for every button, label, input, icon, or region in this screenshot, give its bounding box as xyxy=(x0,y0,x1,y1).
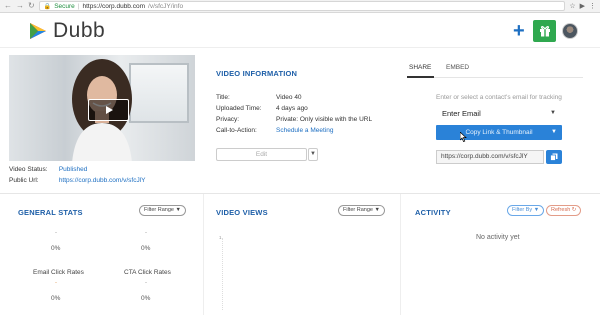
info-row-title: Title: Video 40 xyxy=(216,94,302,101)
copy-button-label: Copy Link & Thumbnail xyxy=(465,129,533,136)
public-url-row: Public Url: https://corp.dubb.com/v/sfcJ… xyxy=(9,177,146,184)
filter-range-label: Filter Range xyxy=(144,207,174,213)
info-value: Private: Only visible with the URL xyxy=(276,116,373,123)
chevron-down-icon: ▼ xyxy=(374,207,380,213)
chevron-down-icon: ▼ xyxy=(533,207,540,213)
stat-value: 0% xyxy=(51,245,61,252)
chevron-down-icon: ▼ xyxy=(551,129,557,135)
copy-link-thumbnail-button[interactable]: Copy Link & Thumbnail ▼ xyxy=(436,125,562,140)
no-activity-message: No activity yet xyxy=(476,234,520,241)
stat-value: 0% xyxy=(51,295,61,302)
info-key: Privacy: xyxy=(216,116,240,123)
url-path: /v/sfcJY/info xyxy=(148,2,184,10)
filter-by-button[interactable]: Filter By ▼ xyxy=(507,205,545,216)
secure-label: Secure xyxy=(54,2,75,10)
filter-by-label: Filter By xyxy=(512,207,533,213)
refresh-icon: ↻ xyxy=(571,207,577,213)
active-tab-indicator xyxy=(407,76,434,78)
play-icon xyxy=(105,106,113,114)
cta-click-rates-label: CTA Click Rates xyxy=(124,269,171,276)
info-value: Video 40 xyxy=(276,94,302,101)
stats-divider xyxy=(0,193,600,194)
email-click-rates-label: Email Click Rates xyxy=(33,269,84,276)
video-background-window xyxy=(129,63,189,123)
video-views-title: VIDEO VIEWS xyxy=(216,208,268,217)
url-host: https://corp.dubb.com xyxy=(82,2,146,10)
views-chart-axis xyxy=(222,238,223,310)
email-select[interactable]: Enter Email ▼ xyxy=(436,106,562,120)
column-divider xyxy=(400,194,401,315)
user-avatar[interactable] xyxy=(562,23,578,39)
video-status-row: Video Status: Published xyxy=(9,166,87,173)
refresh-button[interactable]: Refresh ↻ xyxy=(546,205,582,216)
chevron-down-icon: ▼ xyxy=(175,207,181,213)
refresh-label: Refresh xyxy=(551,207,571,213)
info-row-privacy: Privacy: Private: Only visible with the U… xyxy=(216,116,372,123)
info-row-uploaded: Uploaded Time: 4 days ago xyxy=(216,105,308,112)
video-player[interactable] xyxy=(9,55,195,161)
extension-icon[interactable]: ▶ xyxy=(580,2,585,10)
video-status-value: Published xyxy=(58,166,88,173)
dubb-logo-icon xyxy=(30,23,46,39)
video-status-label: Video Status: xyxy=(9,166,48,173)
stat-value: 0% xyxy=(141,295,151,302)
stat-dash: - xyxy=(55,230,57,236)
browser-menu-icon[interactable]: ⋮ xyxy=(589,2,596,10)
edit-dropdown-toggle[interactable]: ▼ xyxy=(308,148,318,161)
lock-icon: 🔒 xyxy=(43,3,52,10)
share-url-field[interactable]: https://corp.dubb.com/v/sfcJlY xyxy=(436,150,544,164)
forward-icon[interactable]: → xyxy=(16,2,24,10)
email-select-value: Enter Email xyxy=(442,108,481,118)
public-url-label: Public Url: xyxy=(9,177,39,184)
mouse-cursor-icon xyxy=(460,132,467,142)
filter-range-label: Filter Range xyxy=(343,207,373,213)
activity-title: ACTIVITY xyxy=(415,208,451,217)
info-value: 4 days ago xyxy=(276,105,308,112)
edit-button[interactable]: Edit xyxy=(216,148,307,161)
gift-icon xyxy=(539,26,550,37)
copy-icon xyxy=(550,153,558,161)
info-key: Title: xyxy=(216,94,230,101)
public-url-link[interactable]: https://corp.dubb.com/v/sfcJlY xyxy=(59,177,146,184)
play-button[interactable] xyxy=(88,99,129,121)
bookmark-star-icon[interactable]: ☆ xyxy=(569,2,575,10)
url-separator: | xyxy=(77,2,80,10)
chevron-down-icon: ▼ xyxy=(550,110,556,116)
address-bar[interactable]: 🔒 Secure | https://corp.dubb.com/v/sfcJY… xyxy=(38,1,566,11)
back-icon[interactable]: ← xyxy=(4,2,12,10)
tab-embed[interactable]: EMBED xyxy=(446,64,469,71)
stat-dash: - xyxy=(145,230,147,236)
video-information-title: VIDEO INFORMATION xyxy=(216,69,298,78)
stat-dash: - xyxy=(145,280,147,286)
copy-url-button[interactable] xyxy=(546,150,562,164)
gift-button[interactable] xyxy=(533,20,556,42)
app-header: Dubb + xyxy=(0,14,600,48)
email-tracking-hint: Enter or select a contact's email for tr… xyxy=(436,94,562,101)
info-key: Uploaded Time: xyxy=(216,105,262,112)
add-button[interactable]: + xyxy=(513,21,525,41)
chevron-down-icon: ▼ xyxy=(310,151,316,157)
general-stats-title: GENERAL STATS xyxy=(18,208,83,217)
column-divider xyxy=(203,194,204,315)
info-key: Call-to-Action: xyxy=(216,127,257,134)
tab-share[interactable]: SHARE xyxy=(409,64,431,71)
logo-text: Dubb xyxy=(53,19,106,42)
stat-value: 0% xyxy=(141,245,151,252)
cta-link[interactable]: Schedule a Meeting xyxy=(276,127,333,134)
views-filter-range-button[interactable]: Filter Range ▼ xyxy=(338,205,385,216)
stat-dash: - xyxy=(55,280,57,286)
browser-toolbar: ← → ↻ 🔒 Secure | https://corp.dubb.com/v… xyxy=(0,0,600,13)
reload-icon[interactable]: ↻ xyxy=(28,2,35,10)
general-filter-range-button[interactable]: Filter Range ▼ xyxy=(139,205,186,216)
dubb-logo[interactable]: Dubb xyxy=(28,19,105,43)
info-row-cta: Call-to-Action: Schedule a Meeting xyxy=(216,127,333,134)
